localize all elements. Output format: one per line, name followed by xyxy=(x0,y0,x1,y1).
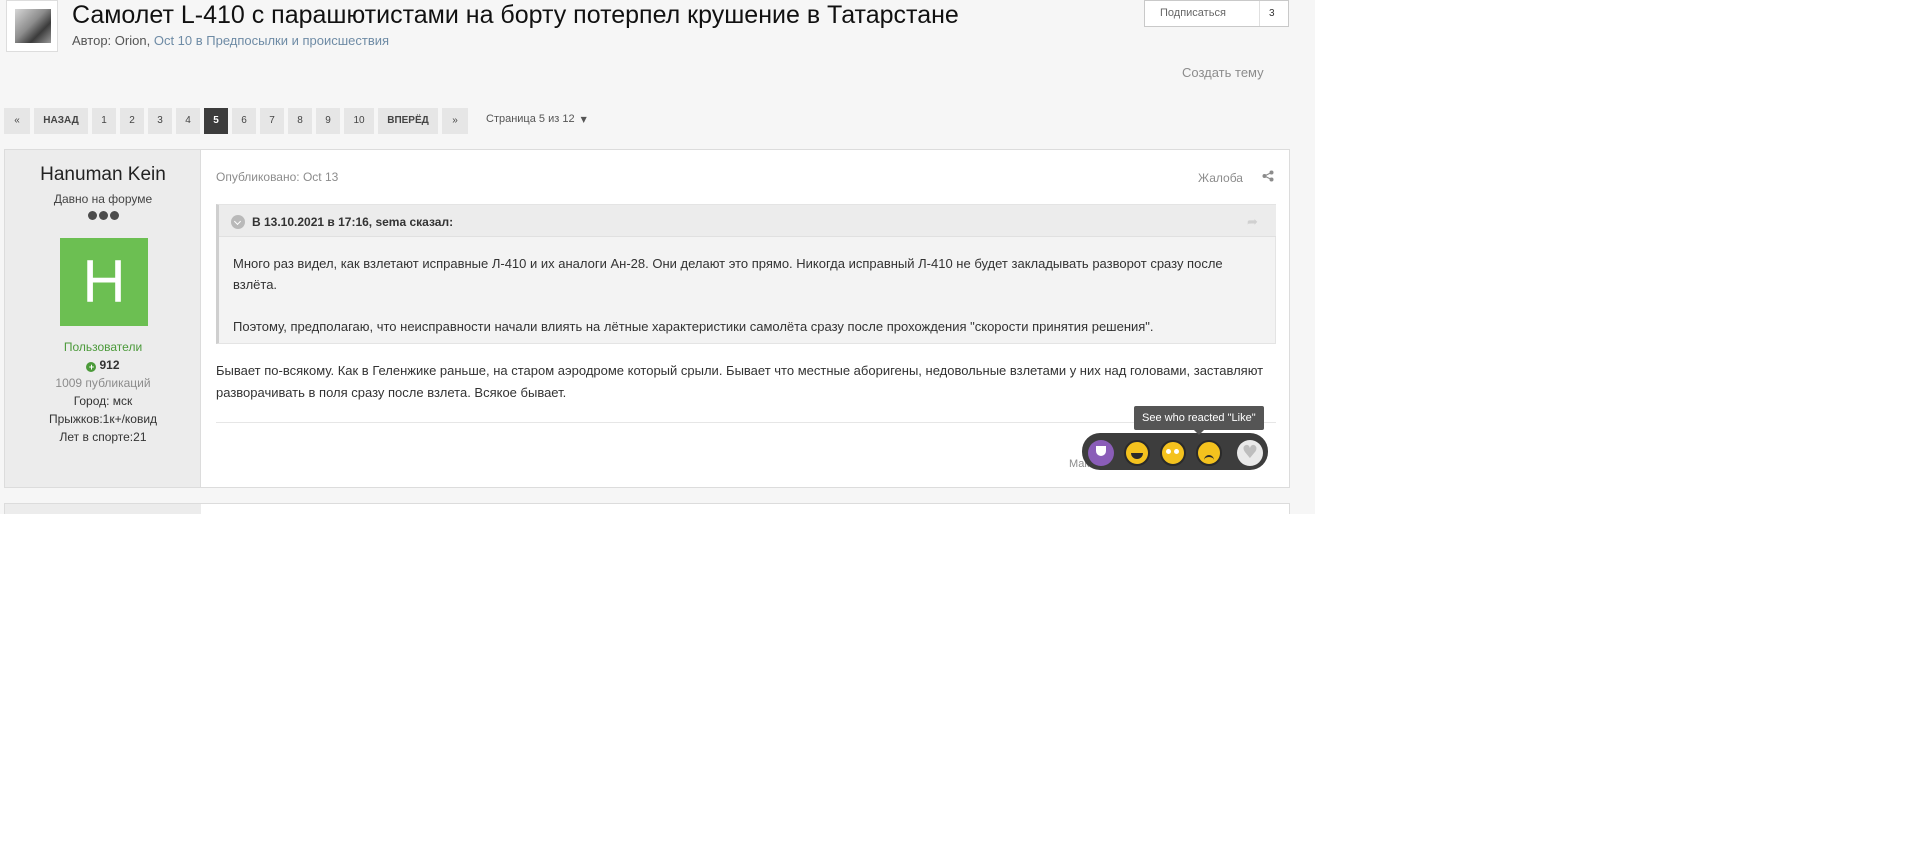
page-1-button[interactable]: 1 xyxy=(92,108,116,134)
page-8-button[interactable]: 8 xyxy=(288,108,312,134)
quote-block: В 13.10.2021 в 17:16, sema сказал: ➦ Мно… xyxy=(216,204,1276,344)
quote-header: В 13.10.2021 в 17:16, sema сказал: ➦ xyxy=(219,205,1276,237)
page-jump-dropdown[interactable]: Страница 5 из 12 ▼ xyxy=(486,113,587,125)
next-post xyxy=(4,503,1290,514)
page-7-button[interactable]: 7 xyxy=(260,108,284,134)
profile-field-jumps: Прыжков:1к+/ковид xyxy=(48,412,158,426)
post-author-panel: Hanuman Kein Давно на форуме H Пользоват… xyxy=(5,150,201,487)
last-page-button[interactable]: » xyxy=(442,108,468,134)
page-6-button[interactable]: 6 xyxy=(232,108,256,134)
topic-author-link[interactable]: Orion xyxy=(115,33,147,48)
page-10-button[interactable]: 10 xyxy=(344,108,374,134)
forum-post: Hanuman Kein Давно на форуме H Пользоват… xyxy=(4,149,1290,488)
posts-count: 1009 публикаций xyxy=(55,376,151,390)
meta-prefix: Автор: xyxy=(72,33,115,48)
plus-circle-icon: + xyxy=(86,362,97,372)
quote-paragraph-1: Много раз видел, как взлетают исправные … xyxy=(233,256,1223,292)
meta-separator: , xyxy=(146,33,154,48)
laugh-reaction-icon[interactable] xyxy=(1124,440,1150,466)
topic-author-avatar[interactable] xyxy=(6,0,58,52)
heart-like-icon[interactable] xyxy=(1237,440,1263,466)
quote-paragraph-2: Поэтому, предполагаю, что неисправности … xyxy=(233,319,1154,334)
share-arrow-icon[interactable]: ➦ xyxy=(1247,214,1258,230)
page-9-button[interactable]: 9 xyxy=(316,108,340,134)
report-link[interactable]: Жалоба xyxy=(1198,171,1243,185)
reputation: +912 xyxy=(5,358,201,372)
user-avatar[interactable]: H xyxy=(60,238,148,326)
author-title: Давно на форуме xyxy=(53,192,153,206)
post-divider xyxy=(216,422,1276,423)
reaction-tooltip: See who reacted "Like" xyxy=(1134,406,1264,435)
quote-citation: В 13.10.2021 в 17:16, sema сказал: xyxy=(252,215,454,229)
post-date[interactable]: Опубликовано: Oct 13 xyxy=(216,170,338,184)
page-jump-label: Страница 5 из 12 xyxy=(486,113,575,125)
page-4-button[interactable]: 4 xyxy=(176,108,200,134)
first-page-button[interactable]: « xyxy=(4,108,30,134)
trophy-reaction-icon[interactable] xyxy=(1088,440,1114,466)
avatar-image xyxy=(15,9,51,43)
topic-title: Самолет L-410 с парашютистами на борту п… xyxy=(72,1,959,29)
caret-down-icon: ▼ xyxy=(580,115,587,124)
post-text: Бывает по-всякому. Как в Геленжике раньш… xyxy=(216,363,1264,400)
rank-dots-icon xyxy=(87,211,121,221)
sad-reaction-icon[interactable] xyxy=(1196,440,1222,466)
prev-page-button[interactable]: НАЗАД xyxy=(34,108,88,134)
follow-button[interactable]: Подписаться 3 xyxy=(1144,0,1289,27)
topic-forum-link[interactable]: Oct 10 в Предпосылки и происшествия xyxy=(154,33,389,48)
follow-count: 3 xyxy=(1269,8,1275,19)
user-group: Пользователи xyxy=(63,340,143,354)
follow-label: Подписаться xyxy=(1160,7,1226,19)
next-post-author-panel xyxy=(5,504,201,514)
page-3-button[interactable]: 3 xyxy=(148,108,172,134)
reputation-value: 912 xyxy=(99,358,120,372)
share-icon[interactable] xyxy=(1262,170,1274,182)
forum-page: Самолет L-410 с парашютистами на борту п… xyxy=(0,0,1315,514)
follow-divider xyxy=(1259,1,1260,26)
profile-field-city: Город: мск xyxy=(73,394,133,408)
confused-reaction-icon[interactable] xyxy=(1160,440,1186,466)
collapse-toggle-icon[interactable] xyxy=(231,215,245,229)
post-body: Опубликовано: Oct 13 Жалоба В 13.10.2021… xyxy=(216,150,1276,487)
page-5-button[interactable]: 5 xyxy=(204,108,228,134)
next-page-button[interactable]: ВПЕРЁД xyxy=(378,108,438,134)
profile-field-years: Лет в спорте:21 xyxy=(59,430,147,444)
author-name[interactable]: Hanuman Kein xyxy=(5,164,201,186)
create-topic-link[interactable]: Создать тему xyxy=(1182,65,1264,80)
reactions-bar xyxy=(1082,433,1268,470)
page-2-button[interactable]: 2 xyxy=(120,108,144,134)
topic-meta: Автор: Orion, Oct 10 в Предпосылки и про… xyxy=(72,33,389,48)
